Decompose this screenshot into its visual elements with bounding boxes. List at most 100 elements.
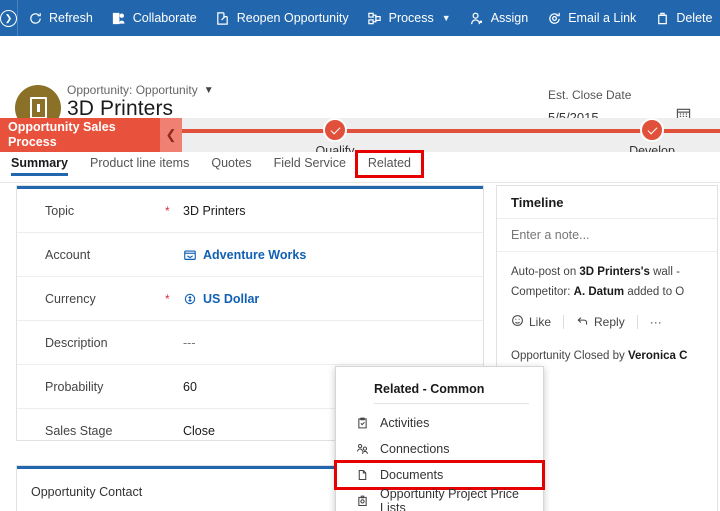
chevron-down-icon: ▼: [441, 13, 451, 23]
timeline-post-actions: Like Reply ···: [497, 302, 717, 330]
post-prefix: Opportunity Closed by: [511, 350, 628, 362]
entity-label: Opportunity: Opportunity: [67, 83, 198, 97]
menu-item-connections[interactable]: Connections: [336, 436, 543, 462]
menu-item-label: Connections: [380, 442, 450, 456]
process-name: Opportunity Sales Process: [8, 120, 116, 149]
timeline-title: Timeline: [511, 195, 564, 210]
field-value-topic[interactable]: 3D Printers: [183, 204, 246, 218]
related-common-group: Related - Common: [336, 367, 543, 404]
menu-item-label: Opportunity Project Price Lists: [380, 487, 519, 511]
more-options-button[interactable]: ···: [650, 315, 674, 329]
reply-label: Reply: [594, 315, 625, 329]
dynamics-opportunity-form: ❯ Refresh Collaborate Reopen Opportunity…: [0, 0, 720, 511]
command-reopen-opportunity[interactable]: Reopen Opportunity: [206, 0, 358, 36]
command-label: Collaborate: [132, 11, 197, 25]
tab-label: Quotes: [211, 156, 252, 170]
form-body: Topic * 3D Printers Account Adventure Wo…: [0, 183, 720, 511]
menu-item-opportunity-project-price-lists[interactable]: Opportunity Project Price Lists: [336, 487, 543, 511]
field-row-topic: Topic * 3D Printers: [17, 189, 483, 233]
tab-summary[interactable]: Summary: [0, 152, 79, 176]
price-list-icon: [355, 494, 369, 509]
timeline-post-line1: Auto-post on 3D Printers's wall -: [511, 262, 705, 282]
command-refresh[interactable]: Refresh: [18, 0, 102, 36]
command-collaborate[interactable]: Collaborate: [102, 0, 206, 36]
field-value-probability[interactable]: 60: [183, 380, 197, 394]
command-label: Reopen Opportunity: [236, 11, 349, 25]
command-assign[interactable]: Assign: [460, 0, 538, 36]
like-label: Like: [529, 315, 552, 329]
process-collapse-button[interactable]: ❮: [160, 118, 182, 152]
post-suffix: added to O: [624, 286, 685, 298]
currency-icon: [183, 292, 197, 306]
divider: [636, 315, 638, 329]
timeline-post-line2: Competitor: A. Datum added to O: [511, 282, 705, 302]
post-prefix: Competitor:: [511, 286, 574, 298]
form-tab-strip: Summary Product line items Quotes Field …: [0, 150, 720, 183]
tab-product-line-items[interactable]: Product line items: [79, 152, 200, 176]
field-label: Topic: [45, 203, 75, 218]
tab-label: Product line items: [89, 156, 190, 170]
field-label: Account: [45, 247, 91, 262]
chevron-right-circle-icon: ❯: [0, 9, 17, 27]
field-label: Currency: [45, 291, 96, 306]
divider: [563, 315, 565, 329]
documents-icon: [355, 468, 369, 483]
field-value-sales-stage[interactable]: Close: [183, 424, 215, 438]
required-indicator: *: [165, 203, 170, 218]
est-close-date-label: Est. Close Date: [548, 88, 632, 102]
field-label: Description: [45, 335, 108, 350]
timeline-post: Auto-post on 3D Printers's wall - Compet…: [497, 252, 717, 302]
tab-label: Related: [367, 156, 411, 170]
post-bold: A. Datum: [573, 286, 625, 298]
required-indicator: *: [165, 291, 170, 306]
command-process[interactable]: Process ▼: [358, 0, 460, 36]
field-row-description: Description ---: [17, 321, 483, 365]
process-icon: [367, 10, 383, 26]
reply-button[interactable]: Reply: [576, 314, 637, 330]
chevron-down-icon[interactable]: ▼: [204, 85, 214, 96]
timeline-post-2: Opportunity Closed by Veronica C: [497, 330, 717, 366]
process-name-block[interactable]: Opportunity Sales Process Active for 46 …: [0, 118, 160, 164]
email-link-icon: [546, 10, 562, 26]
field-row-currency: Currency * US Dollar: [17, 277, 483, 321]
account-link-label: Adventure Works: [203, 247, 307, 262]
post-bold: Veronica C: [627, 350, 688, 362]
command-bar: ❯ Refresh Collaborate Reopen Opportunity…: [0, 0, 720, 36]
field-label: Sales Stage: [45, 424, 113, 438]
command-label: Refresh: [49, 11, 93, 25]
refresh-icon: [27, 10, 43, 26]
menu-item-label: Activities: [380, 416, 430, 430]
chevron-left-icon: ❮: [165, 127, 177, 142]
collaborate-icon: [111, 10, 127, 26]
currency-link-label: US Dollar: [203, 291, 260, 306]
menu-item-activities[interactable]: Activities: [336, 410, 543, 436]
expand-command-bar-button[interactable]: ❯: [0, 0, 18, 36]
record-header: Opportunity: Opportunity ▼ 3D Printers R…: [0, 36, 720, 131]
field-row-account: Account Adventure Works: [17, 233, 483, 277]
command-email-a-link[interactable]: Email a Link: [537, 0, 645, 36]
menu-item-label: Documents: [380, 468, 444, 482]
group-title-related-common: Related - Common: [374, 367, 529, 404]
field-value-currency[interactable]: US Dollar: [183, 292, 259, 306]
command-label: Delete: [676, 11, 713, 25]
tab-quotes[interactable]: Quotes: [200, 152, 262, 176]
field-value-description[interactable]: ---: [183, 336, 196, 350]
tab-related[interactable]: Related: [354, 150, 425, 178]
like-button[interactable]: Like: [511, 314, 563, 330]
smiley-icon: [511, 314, 524, 330]
related-flyout-menu: Related - Common Activities Connections …: [334, 366, 545, 511]
command-label: Process: [388, 11, 434, 25]
tab-label: Field Service: [273, 156, 346, 170]
field-value-account[interactable]: Adventure Works: [183, 248, 306, 262]
entity-breadcrumb[interactable]: Opportunity: Opportunity ▼: [67, 83, 214, 97]
command-label: Assign: [490, 11, 529, 25]
menu-item-documents[interactable]: Documents: [334, 460, 545, 490]
command-delete[interactable]: Delete: [645, 0, 720, 36]
timeline-note-input[interactable]: Enter a note...: [497, 218, 717, 252]
post-prefix: Auto-post on: [511, 266, 580, 278]
trash-icon: [654, 10, 670, 26]
business-process-flow: Opportunity Sales Process Active for 46 …: [0, 118, 720, 164]
tab-label: Summary: [11, 156, 68, 170]
tab-field-service[interactable]: Field Service: [263, 152, 357, 176]
opportunity-icon: [29, 97, 47, 119]
